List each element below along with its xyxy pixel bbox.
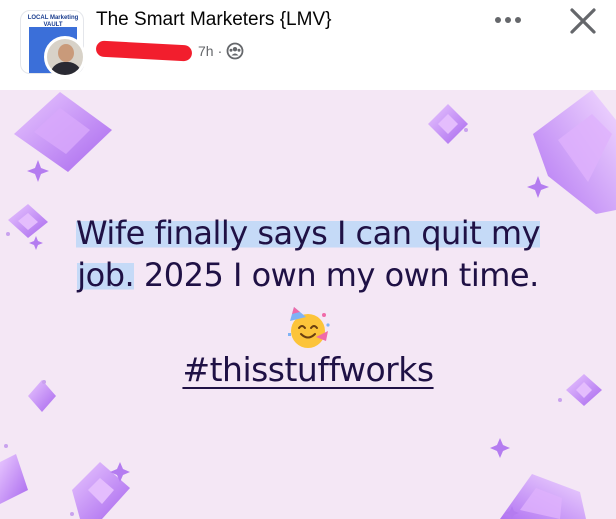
post-background-card[interactable]: Wife finally says I can quit my job. 202… xyxy=(0,90,616,519)
author-avatar-head xyxy=(58,44,74,62)
more-options-button[interactable] xyxy=(490,8,526,32)
group-name-link[interactable]: The Smart Marketers {LMV} xyxy=(96,9,331,31)
meta-separator: · xyxy=(217,43,223,59)
author-avatar-body xyxy=(50,62,82,75)
group-icon xyxy=(226,42,244,60)
hashtag-link[interactable]: #thisstuffworks xyxy=(0,350,616,389)
post-meta: 7h · xyxy=(95,40,244,62)
close-icon xyxy=(570,8,596,34)
author-avatar[interactable] xyxy=(44,36,86,78)
hashtag-text[interactable]: #thisstuffworks xyxy=(182,350,434,389)
post-header: LOCAL Marketing VAULT The Smart Marketer… xyxy=(0,0,616,90)
gem-small-top-icon xyxy=(428,104,468,144)
post-text-highlighted-word: job. xyxy=(77,256,135,294)
partying-face-emoji xyxy=(288,307,330,348)
post-text-line1: Wife finally says I can quit my xyxy=(75,214,541,252)
gem-corner-icon xyxy=(0,454,28,504)
gem-top-left-icon xyxy=(14,92,112,172)
close-button[interactable] xyxy=(566,4,600,38)
post-timestamp[interactable]: 7h xyxy=(198,43,214,59)
redacted-author-name xyxy=(95,40,193,62)
gem-top-right-icon xyxy=(533,90,616,214)
post-text: Wife finally says I can quit my job. 202… xyxy=(40,212,576,296)
post-text-line2: 2025 I own my own time. xyxy=(134,256,539,294)
more-dots-icon xyxy=(495,17,521,23)
